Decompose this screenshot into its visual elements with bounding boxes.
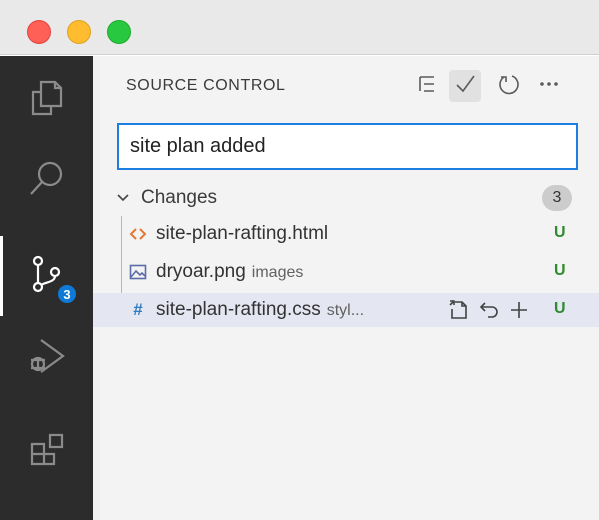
file-name: site-plan-rafting.css styl... [156, 299, 365, 320]
source-control-badge: 3 [56, 283, 78, 305]
file-name: site-plan-rafting.html [156, 223, 329, 244]
file-directory: images [251, 264, 304, 281]
chevron-down-icon [115, 190, 131, 211]
zoom-window-button[interactable] [107, 20, 131, 44]
activity-extensions[interactable] [0, 412, 93, 492]
file-name: dryoar.png images [156, 261, 304, 282]
more-actions-icon [538, 73, 560, 100]
html-file-icon [129, 224, 147, 244]
changed-file-row-selected[interactable]: # site-plan-rafting.css styl... U [93, 293, 599, 327]
activity-bar: 3 [0, 56, 93, 520]
changes-group-header[interactable]: Changes 3 [93, 182, 599, 214]
view-as-tree-icon [417, 74, 437, 99]
close-window-button[interactable] [27, 20, 51, 44]
sidebar-header: SOURCE CONTROL [93, 56, 599, 116]
search-icon [27, 158, 67, 203]
changes-count-badge: 3 [542, 185, 572, 211]
file-status: U [554, 300, 566, 317]
commit-button[interactable] [449, 70, 481, 102]
debug-icon [27, 334, 67, 383]
file-status: U [554, 262, 566, 279]
open-file-icon [447, 298, 471, 322]
plus-icon [507, 298, 531, 322]
open-file-button[interactable] [447, 298, 471, 322]
sidebar-title: SOURCE CONTROL [126, 77, 286, 94]
refresh-button[interactable] [493, 70, 525, 102]
activity-search[interactable] [0, 140, 93, 220]
window-titlebar [0, 0, 599, 55]
changed-file-row[interactable]: site-plan-rafting.html U [93, 217, 599, 251]
commit-message-input[interactable]: site plan added [117, 123, 578, 170]
source-control-sidebar: SOURCE CONTROL site plan added Changes 3… [93, 56, 599, 520]
activity-run-debug[interactable] [0, 318, 93, 398]
activity-explorer[interactable] [0, 60, 93, 140]
commit-check-icon [454, 73, 476, 100]
more-actions-button[interactable] [533, 70, 565, 102]
activity-source-control[interactable]: 3 [0, 236, 93, 316]
image-file-icon [129, 262, 147, 282]
changes-label: Changes [141, 187, 218, 208]
view-as-tree-button[interactable] [411, 70, 443, 102]
refresh-icon [498, 73, 520, 100]
extensions-icon [27, 430, 67, 475]
files-icon [29, 78, 65, 123]
css-file-icon: # [133, 300, 143, 319]
file-directory: styl... [326, 302, 365, 319]
file-status: U [554, 224, 566, 241]
discard-icon [477, 298, 501, 322]
changed-file-row[interactable]: dryoar.png images U [93, 255, 599, 289]
discard-changes-button[interactable] [477, 298, 501, 322]
stage-changes-button[interactable] [507, 298, 531, 322]
file-row-actions [447, 298, 531, 322]
minimize-window-button[interactable] [67, 20, 91, 44]
